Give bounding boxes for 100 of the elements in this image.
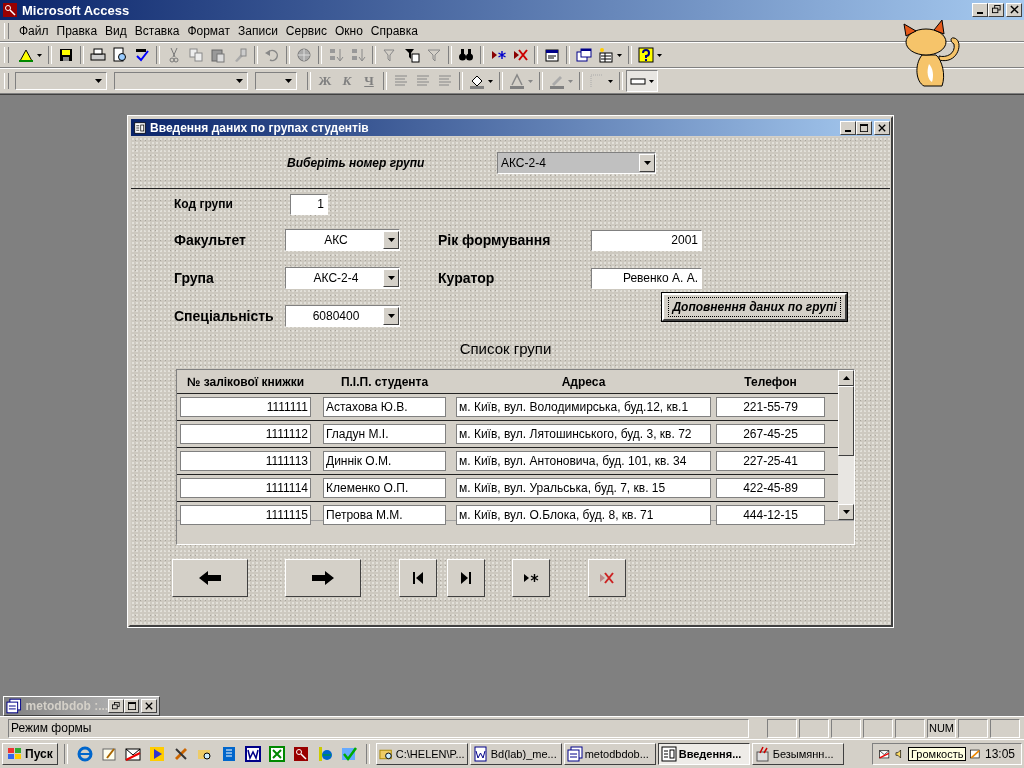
taskbar-button[interactable]: Безымянн...: [751, 743, 844, 765]
maximize-icon: [860, 123, 868, 132]
prev-record-button[interactable]: [172, 559, 248, 597]
close-button[interactable]: [1006, 3, 1022, 17]
taskbar-button[interactable]: metodbdob...: [563, 743, 656, 765]
start-button[interactable]: Пуск: [2, 743, 58, 765]
filter-selection-icon: [382, 47, 398, 63]
maximize-icon: [127, 702, 136, 710]
menu-item[interactable]: Справка: [366, 23, 422, 38]
dropdown-button[interactable]: [383, 269, 399, 287]
field-label: Факультет: [174, 232, 247, 248]
new-record-button[interactable]: [512, 559, 550, 597]
binoculars-icon: [458, 47, 474, 63]
windows-icon: [6, 698, 22, 714]
caret-icon: [528, 79, 533, 83]
dropdown-field[interactable]: 6080400: [285, 305, 400, 327]
caret-icon: [387, 238, 395, 242]
book-icon: [220, 746, 237, 762]
minimize-button[interactable]: [972, 3, 988, 17]
filter-form-icon: [404, 47, 420, 63]
table-cell: м. Київ, вул. Антоновича, буд. 101, кв. 34: [456, 451, 711, 471]
minimize-button[interactable]: [840, 120, 856, 135]
font-dropdown[interactable]: [114, 72, 248, 90]
input-field[interactable]: 1: [290, 193, 328, 215]
next-record-button[interactable]: [285, 559, 361, 597]
save-icon: [58, 47, 74, 63]
taskbar-button[interactable]: Bd(lab)_me...: [469, 743, 562, 765]
mail-icon: [124, 746, 141, 762]
filter-icon: [426, 47, 442, 63]
dropdown-field[interactable]: АКС: [285, 229, 400, 251]
object-dropdown[interactable]: [15, 72, 107, 90]
menu-item[interactable]: Записи: [234, 23, 282, 38]
menu-item[interactable]: Вставка: [130, 23, 184, 38]
undo-icon: [264, 47, 280, 63]
status-panel: [862, 718, 893, 738]
dropdown-button[interactable]: [383, 231, 399, 249]
input-field[interactable]: Ревенко А. А.: [591, 267, 702, 289]
taskbar-button[interactable]: Введення...: [657, 743, 750, 765]
browser-icon: [76, 746, 93, 762]
print-preview-icon: [112, 47, 128, 63]
table-cell: Диннік О.М.: [323, 451, 446, 471]
group-dropdown[interactable]: АКС-2-4: [497, 151, 656, 174]
scroll-thumb[interactable]: [838, 386, 854, 456]
form-title: Введення даних по групах студентів: [150, 120, 370, 135]
status-panel: [798, 718, 829, 738]
scrollbar[interactable]: [838, 370, 854, 520]
caret-icon: [657, 53, 662, 57]
scroll-up-button[interactable]: [838, 370, 854, 386]
font-color-icon: [509, 73, 525, 89]
copy-icon: [188, 47, 204, 63]
dropdown-field[interactable]: АКС-2-4: [285, 267, 400, 289]
field-label: Виберіть номер групи: [287, 155, 426, 170]
play-icon: [148, 746, 165, 762]
menu-item[interactable]: Вид: [101, 23, 131, 38]
close-button[interactable]: [874, 120, 890, 135]
restore-icon: [112, 702, 120, 710]
restore-button[interactable]: [988, 3, 1004, 17]
menu-item[interactable]: Правка: [52, 23, 102, 38]
design-view-icon: [18, 47, 34, 63]
status-text: Режим формы: [8, 718, 749, 738]
caret-down-icon: [842, 510, 850, 514]
caret-icon: [285, 79, 292, 83]
scroll-down-button[interactable]: [838, 504, 854, 520]
delete-record-icon: [512, 47, 528, 63]
table-cell: Клеменко О.П.: [323, 478, 446, 498]
minimize-icon: [977, 12, 983, 14]
word-icon: [244, 746, 261, 762]
menu-item[interactable]: Окно: [330, 23, 367, 38]
add-group-data-button[interactable]: Доповнення даних по групі: [662, 293, 847, 321]
dropdown-button[interactable]: [639, 153, 655, 172]
field-label: Група: [174, 270, 215, 286]
flag-icon: [7, 746, 23, 762]
caret-icon: [488, 79, 493, 83]
column-header: Адреса: [560, 374, 607, 389]
dropdown-button[interactable]: [383, 307, 399, 325]
caret-icon: [643, 160, 651, 165]
close-icon: [145, 702, 154, 710]
toolbar-button[interactable]: [635, 44, 665, 66]
delete-record-button[interactable]: [588, 559, 626, 597]
windows-icon: [566, 746, 583, 762]
menu-item[interactable]: Формат: [183, 23, 235, 38]
last-record-button[interactable]: [447, 559, 485, 597]
first-record-button[interactable]: [399, 559, 437, 597]
windows-icon: [576, 47, 592, 63]
clock: 13:05: [984, 747, 1015, 761]
menu-item[interactable]: Файл: [15, 23, 53, 38]
maximize-button[interactable]: [856, 120, 872, 135]
taskbar-button[interactable]: C:\HELEN\P...: [375, 743, 468, 765]
menu-item[interactable]: Сервис: [281, 23, 331, 38]
table-cell: м. Київ, вул. Володимирська, буд.12, кв.1: [456, 397, 711, 417]
table-cell: Гладун М.І.: [323, 424, 446, 444]
close-button[interactable]: [141, 699, 157, 713]
form-icon: [660, 746, 677, 762]
table-cell: 1111111: [180, 397, 311, 417]
help-icon: [638, 47, 654, 63]
table-cell: 221-55-79: [716, 397, 825, 417]
form-icon: [134, 121, 146, 134]
font-size-dropdown[interactable]: [255, 72, 297, 90]
input-field[interactable]: 2001: [591, 229, 702, 251]
restore-button[interactable]: [108, 699, 124, 713]
